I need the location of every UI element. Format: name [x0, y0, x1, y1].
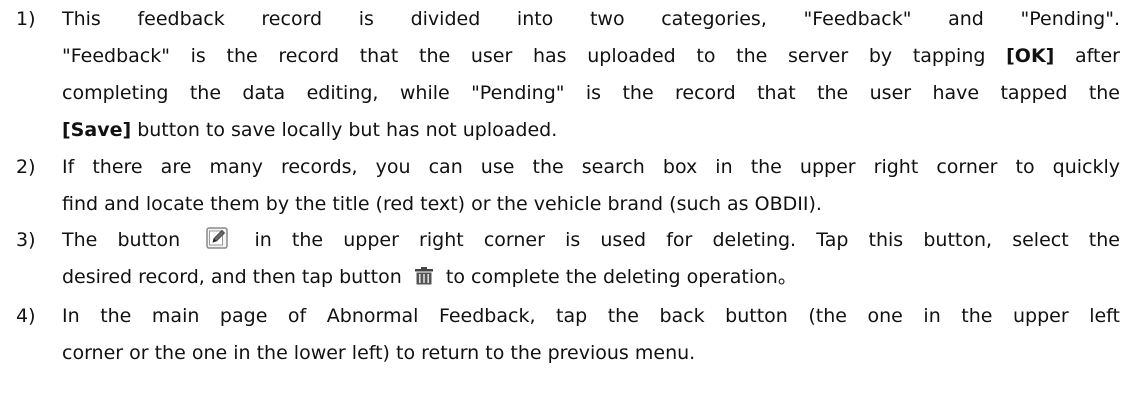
edit-icon — [206, 227, 229, 256]
item-number: 4) — [16, 305, 36, 327]
ok-label: [OK] — [1006, 45, 1055, 67]
save-label: [Save] — [62, 119, 132, 141]
item-number: 1) — [16, 8, 36, 30]
item-2-line-1: If there are many records, you can use t… — [62, 156, 1120, 178]
item-2-line-2: find and locate them by the title (red t… — [62, 193, 822, 215]
item-1-line-3: completing the data editing, while "Pend… — [62, 82, 1120, 104]
item-number: 3) — [16, 229, 36, 251]
item-1-line-4: [Save] button to save locally but has no… — [62, 119, 558, 141]
item-3-line-1: The button in the upper right corner is … — [62, 227, 1120, 256]
trash-icon — [414, 266, 434, 293]
item-4-line-1: In the main page of Abnormal Feedback, t… — [62, 305, 1120, 327]
item-4-line-2: corner or the one in the lower left) to … — [62, 342, 696, 364]
item-3-line-2: desired record, and then tap button to c… — [62, 264, 797, 293]
item-1-line-2: "Feedback" is the record that the user h… — [62, 45, 1120, 67]
item-1-line-1: This feedback record is divided into two… — [62, 8, 1120, 30]
document-page: 1) This feedback record is divided into … — [0, 0, 1131, 415]
item-number: 2) — [16, 156, 36, 178]
